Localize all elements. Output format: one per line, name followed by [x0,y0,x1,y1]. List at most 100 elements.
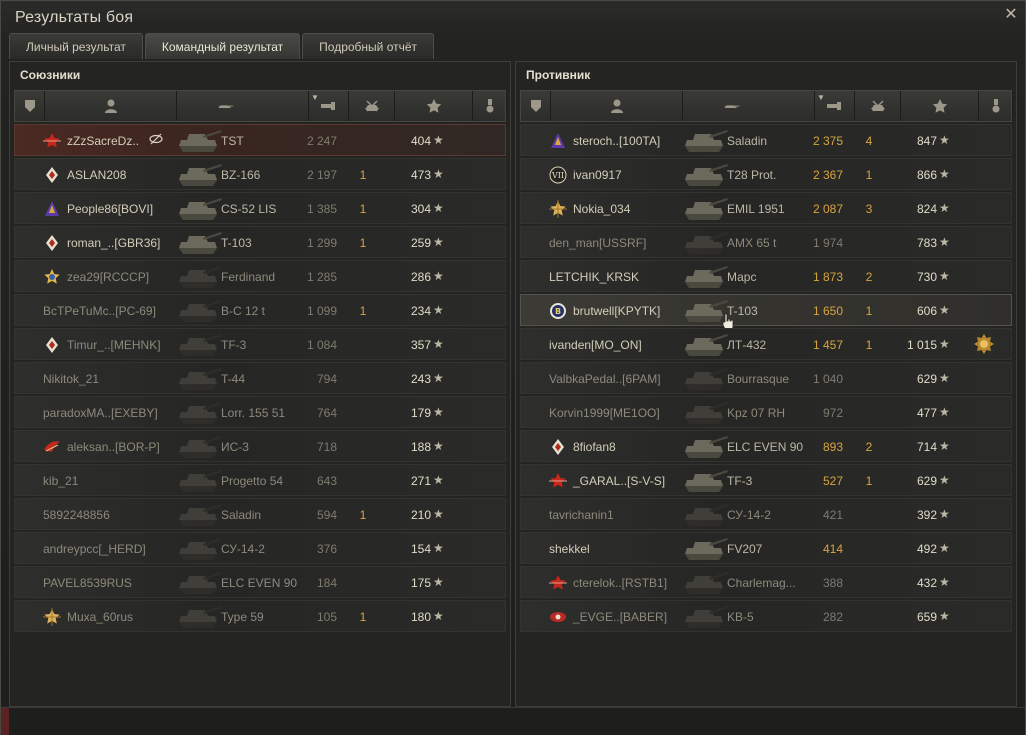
tank-column-header[interactable] [177,91,309,121]
enemies-player-row[interactable]: steroch..[100TA] Saladin 2 375 4 847 ★ [520,124,1012,156]
enemies-player-row[interactable]: tavrichanin1 СУ-14-2 421 392 ★ [520,498,1012,530]
damage-value: 1 299 [306,236,337,250]
allies-player-row[interactable]: ASLAN208 BZ-166 2 197 1 473 ★ [14,158,506,190]
kills-column-header[interactable] [855,91,901,121]
enemies-player-row[interactable]: 8fiofan8 ELC EVEN 90 893 2 714 ★ [520,430,1012,462]
tab-bar: Личный результат Командный результат Под… [9,33,436,59]
allies-player-row[interactable]: People86[BOVI] CS-52 LIS 1 385 1 304 ★ [14,192,506,224]
allies-player-row[interactable]: PAVEL8539RUS ELC EVEN 90 184 175 ★ [14,566,506,598]
allies-player-row[interactable]: andreypcc[_HERD] СУ-14-2 376 154 ★ [14,532,506,564]
allies-player-row[interactable]: paradoxMA..[EXEBY] Lorr. 155 51 764 179 ★ [14,396,506,428]
tank-silhouette-icon [685,504,728,526]
tank-name: AMX 65 t [727,236,777,250]
tank-name: T-103 [221,236,252,250]
tank-name: Type 59 [221,610,264,624]
player-column-header[interactable] [551,91,683,121]
medal-column-header[interactable] [473,91,507,121]
damage-value: 764 [316,406,337,420]
achievement-medal-icon[interactable] [973,334,995,356]
tab-team-result[interactable]: Командный результат [144,33,301,59]
player-name: tavrichanin1 [549,508,614,522]
xp-star-icon: ★ [939,609,950,623]
xp-star-icon: ★ [939,337,950,351]
damage-value: 893 [822,440,843,454]
allies-player-row[interactable]: Muxa_60rus Type 59 105 1 180 ★ [14,600,506,632]
tank-silhouette-icon [179,572,222,594]
medal-column-header[interactable] [979,91,1013,121]
xp-star-column-header[interactable] [395,91,473,121]
xp-star-column-header[interactable] [901,91,979,121]
tank-silhouette-icon [179,470,222,492]
tank-name: TF-3 [221,338,247,352]
sort-arrow-icon[interactable]: ▼ [311,93,319,102]
enemies-player-row[interactable]: VII ivan0917 T28 Prot. 2 367 1 866 ★ [520,158,1012,190]
allies-player-row[interactable]: aleksan..[BOR-P] ИС-3 718 188 ★ [14,430,506,462]
tank-silhouette-icon [685,572,728,594]
xp-star-icon: ★ [939,439,950,453]
tank-silhouette-icon [685,164,728,186]
xp-star-icon: ★ [433,133,444,147]
xp-value: 304 [410,202,431,216]
damage-icon [827,102,841,110]
enemies-player-row[interactable]: den_man[USSRF] AMX 65 t 1 974 783 ★ [520,226,1012,258]
player-name: Korvin1999[ME1OO] [549,406,660,420]
damage-value: 282 [822,610,843,624]
tank-name: СУ-14-2 [727,508,771,522]
platoon-column-header[interactable] [15,91,45,121]
enemies-player-row[interactable]: ValbkaPedal..[6PAM] Bourrasque 1 040 629 ★ [520,362,1012,394]
tank-silhouette-icon [179,504,222,526]
player-column-header[interactable] [45,91,177,121]
enemies-player-row[interactable]: _GARAL..[S-V-S] TF-3 527 1 629 ★ [520,464,1012,496]
tank-silhouette-icon [685,538,728,560]
xp-star-icon: ★ [433,575,444,589]
xp-star-icon: ★ [939,235,950,249]
kills-value: 1 [865,304,873,318]
diamond-emblem-icon [46,167,58,183]
damage-value: 1 084 [306,338,337,352]
damage-column-header[interactable]: ▼ [815,91,855,121]
platoon-column-header[interactable] [521,91,551,121]
enemies-player-row[interactable]: shekkel FV207 414 492 ★ [520,532,1012,564]
allies-player-row[interactable]: BcTPeTuMc..[PC-69] B-C 12 t 1 099 1 234 ★ [14,294,506,326]
tab-personal-result[interactable]: Личный результат [9,33,143,59]
enemies-player-row[interactable]: ivanden[MO_ON] ЛТ-432 1 457 1 1 015 ★ [520,328,1012,360]
xp-star-icon: ★ [939,201,950,215]
xp-value: 357 [410,338,431,352]
allies-player-row[interactable]: zea29[RCCCP] Ferdinand 1 285 286 ★ [14,260,506,292]
tank-silhouette-icon [179,606,222,628]
kills-icon [365,100,379,112]
allies-panel: Союзники ▼ zZzSacreDz.. TST 2 247 404 ★ ASLAN… [9,61,511,707]
damage-value: 1 385 [306,202,337,216]
enemies-player-row[interactable]: Nokia_034 EMIL 1951 2 087 3 824 ★ [520,192,1012,224]
gold-star-emblem-icon [549,200,567,218]
tank-silhouette-icon [685,130,728,152]
allies-player-row[interactable]: kib_21 Progetto 54 643 271 ★ [14,464,506,496]
enemies-player-row[interactable]: cterelok..[RSTB1] Charlemag... 388 432 ★ [520,566,1012,598]
damage-column-header[interactable]: ▼ [309,91,349,121]
allies-player-row[interactable]: zZzSacreDz.. TST 2 247 404 ★ [14,124,506,156]
xp-star-icon: ★ [433,405,444,419]
kills-column-header[interactable] [349,91,395,121]
allies-player-row[interactable]: Nikitok_21 T-44 794 243 ★ [14,362,506,394]
enemies-player-row[interactable]: _EVGE..[BABER] KB-5 282 659 ★ [520,600,1012,632]
player-name: brutwell[KPYTK] [573,304,661,318]
tank-column-header[interactable] [683,91,815,121]
kills-value: 1 [359,304,367,318]
enemies-player-row[interactable]: Bbrutwell[KPYTK] T-103 1 650 1 606 ★ [520,294,1012,331]
damage-value: 1 285 [306,270,337,284]
close-icon[interactable]: ✕ [1003,7,1019,23]
tab-detailed-report[interactable]: Подробный отчёт [302,33,435,59]
sort-arrow-icon[interactable]: ▼ [817,93,825,102]
enemies-player-row[interactable]: Korvin1999[ME1OO] Kpz 07 RH 972 477 ★ [520,396,1012,428]
allies-player-row[interactable]: roman_..[GBR36] T-103 1 299 1 259 ★ [14,226,506,258]
xp-value: 179 [410,406,431,420]
allies-player-row[interactable]: 5892248856 Saladin 594 1 210 ★ [14,498,506,530]
allies-player-row[interactable]: Timur_..[MEHNK] TF-3 1 084 357 ★ [14,328,506,360]
damage-value: 718 [316,440,337,454]
tank-icon [218,105,234,108]
enemies-player-row[interactable]: LETCHIK_KRSK Марс 1 873 2 730 ★ [520,260,1012,292]
tank-silhouette-icon [179,232,222,254]
kills-value: 3 [865,202,873,216]
player-name: den_man[USSRF] [549,236,647,250]
damage-value: 2 375 [812,134,843,148]
